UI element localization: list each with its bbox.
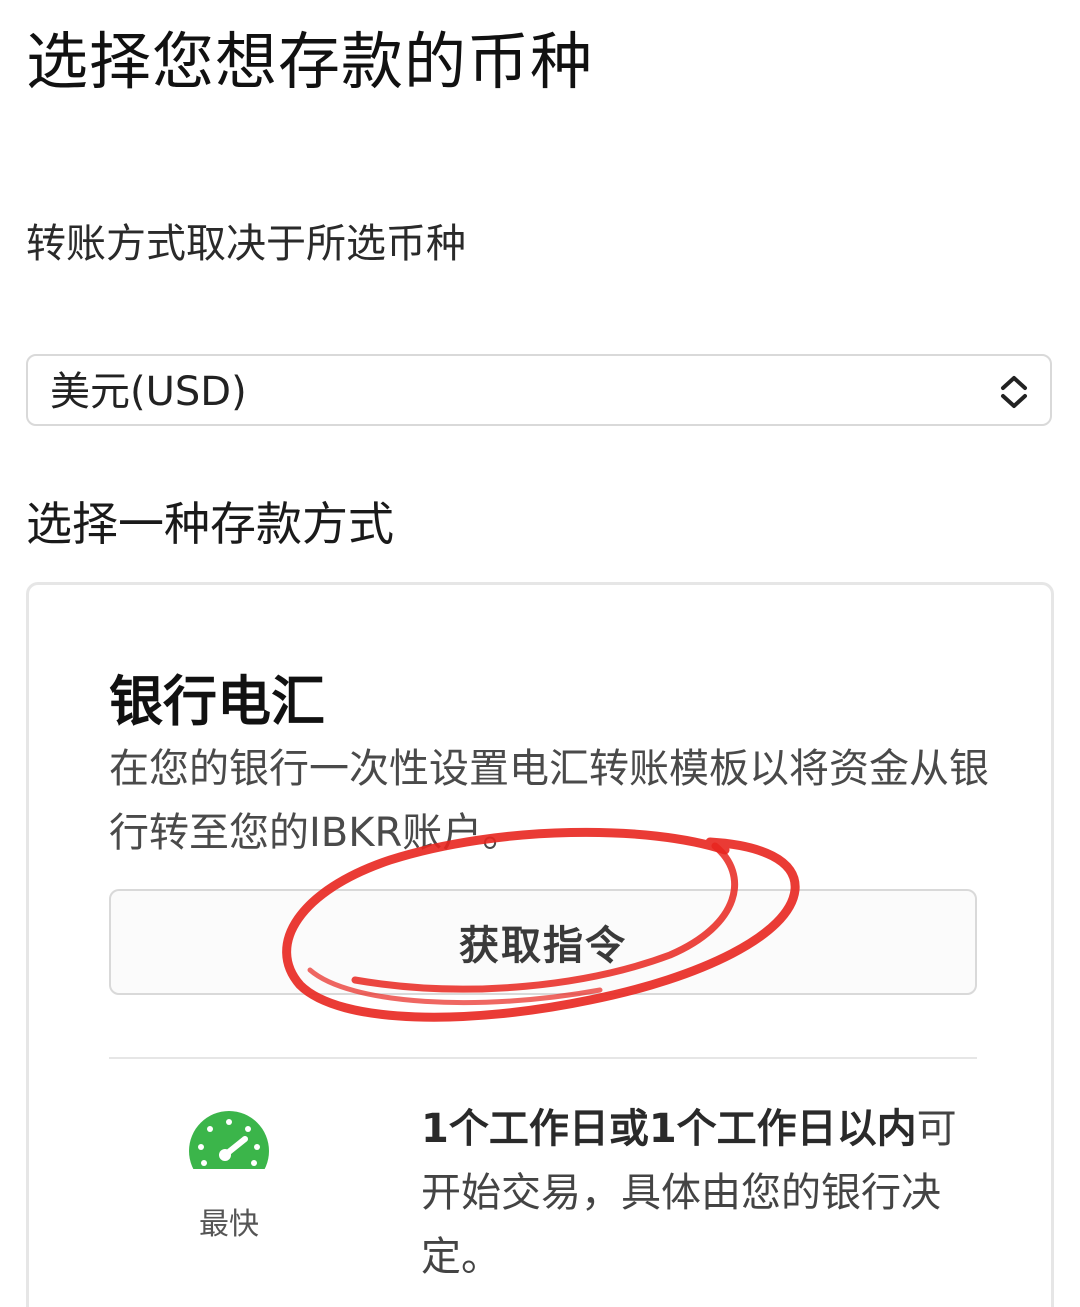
speedometer-icon xyxy=(187,1111,271,1193)
deposit-currency-page: 选择您想存款的币种 转账方式取决于所选币种 美元(USD) 选择一种存款方式 银… xyxy=(0,0,1080,1307)
speed-indicator: 最快 xyxy=(149,1095,309,1245)
currency-selected-value: 美元(USD) xyxy=(50,369,247,415)
method-description: 在您的银行一次性设置电汇转账模板以将资金从银行转至您的IBKR账户。 xyxy=(109,746,989,856)
wire-transfer-card: 银行电汇 在您的银行一次性设置电汇转账模板以将资金从银行转至您的IBKR账户。 … xyxy=(26,582,1054,1307)
deposit-method-section-title: 选择一种存款方式 xyxy=(26,497,394,551)
method-name: 银行电汇 xyxy=(109,670,325,733)
get-instructions-button[interactable]: 获取指令 xyxy=(109,889,977,995)
currency-select[interactable]: 美元(USD) xyxy=(26,354,1052,426)
divider xyxy=(109,1057,977,1059)
timing-strong: 1个工作日或1个工作日以内 xyxy=(421,1106,917,1152)
currency-hint: 转账方式取决于所选币种 xyxy=(26,221,466,267)
page-title: 选择您想存款的币种 xyxy=(26,25,594,98)
chevron-up-down-icon xyxy=(1001,376,1027,408)
speed-label: 最快 xyxy=(199,1207,259,1242)
timing-text: 1个工作日或1个工作日以内可开始交易，具体由您的银行决定。 xyxy=(421,1097,981,1289)
